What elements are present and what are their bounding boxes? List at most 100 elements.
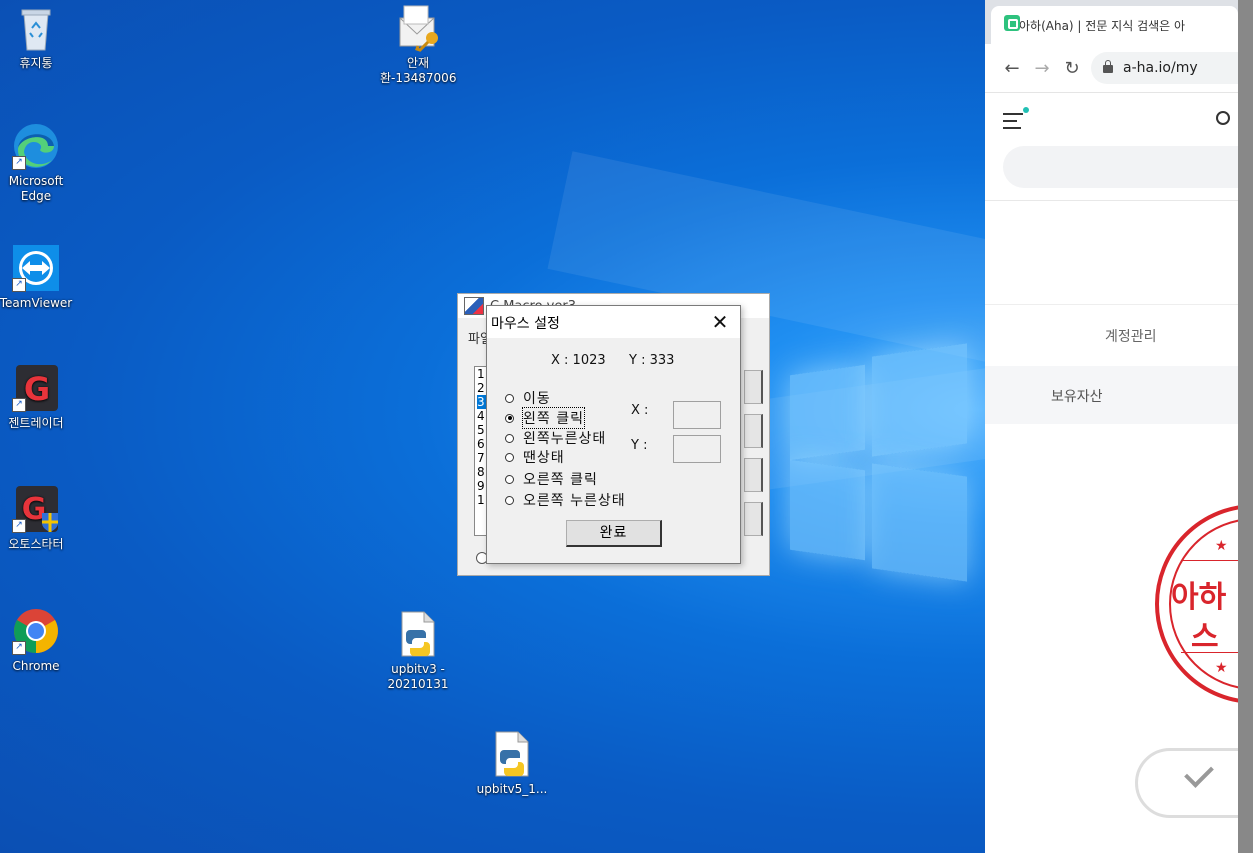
- desktop-icon-upbitv3[interactable]: upbitv3 - 20210131: [380, 610, 456, 692]
- radio-move[interactable]: 이동: [505, 388, 551, 408]
- radio-button[interactable]: [505, 393, 514, 403]
- windows-logo-wallpaper: [790, 340, 990, 590]
- list-item[interactable]: 1: [477, 493, 485, 507]
- desktop-icon-label: Chrome: [12, 659, 60, 673]
- shortcut-arrow-icon: ↗: [12, 641, 26, 655]
- address-url: a-ha.io/my: [1123, 60, 1198, 76]
- desktop-icon-teamviewer[interactable]: ↗ TeamViewer: [0, 244, 74, 311]
- forward-arrow-icon[interactable]: →: [1027, 58, 1057, 79]
- shortcut-arrow-icon: ↗: [12, 278, 26, 292]
- radio-right-click[interactable]: 오른쪽 클릭: [505, 469, 598, 489]
- browser-tab[interactable]: 아하(Aha) | 전문 지식 검색은 아: [991, 6, 1238, 44]
- list-item[interactable]: 5: [477, 423, 485, 437]
- stamp-text: 스: [1191, 620, 1219, 655]
- check-button[interactable]: [1135, 748, 1238, 818]
- radio-label: 왼쪽누른상태: [523, 431, 607, 447]
- radio-button[interactable]: [505, 452, 514, 462]
- assets-row[interactable]: [985, 366, 1238, 424]
- desktop-icon-upbitv5[interactable]: upbitv5_1...: [474, 730, 550, 797]
- list-item[interactable]: 1: [477, 367, 485, 381]
- desktop-icon-label: 휴지통: [19, 56, 53, 70]
- radio-release[interactable]: 땐상태: [505, 447, 565, 467]
- edge-icon: ↗: [12, 122, 60, 170]
- teamviewer-icon: ↗: [12, 244, 60, 292]
- certificate-key-icon: [394, 4, 442, 52]
- desktop-icon-edge[interactable]: ↗ Microsoft Edge: [0, 122, 74, 204]
- radio-right-press[interactable]: 오른쪽 누른상태: [505, 490, 626, 510]
- list-item[interactable]: 9: [477, 479, 485, 493]
- radio-button-checked[interactable]: [505, 413, 514, 423]
- chrome-icon: ↗: [12, 607, 60, 655]
- python-file-icon: [488, 730, 536, 778]
- aha-favicon-icon: [1004, 15, 1020, 31]
- autostarter-icon: G ↗: [12, 485, 60, 533]
- x-coordinate-readout: X : 1023: [551, 353, 606, 368]
- python-file-icon: [394, 610, 442, 658]
- hamburger-menu-icon[interactable]: [1003, 107, 1029, 134]
- dialog-title: 마우스 설정: [491, 316, 560, 332]
- desktop-icon-gentrader[interactable]: G ↗ 젠트레이더: [0, 364, 74, 431]
- complete-button[interactable]: 완료: [566, 520, 662, 547]
- address-bar[interactable]: a-ha.io/my: [1091, 52, 1238, 84]
- aha-stamp-badge: ★ 아하 스 ★: [1155, 504, 1238, 704]
- radio-left-click[interactable]: 왼쪽 클릭: [505, 407, 585, 429]
- radio-label: 왼쪽 클릭: [522, 407, 585, 429]
- radio-label: 이동: [523, 391, 551, 407]
- browser-toolbar: ← → ↻ a-ha.io/my: [985, 44, 1238, 93]
- radio-button[interactable]: [505, 433, 514, 443]
- y-field-label: Y :: [631, 438, 648, 453]
- desktop-icon-label: 젠트레이더: [8, 416, 64, 430]
- y-coordinate-readout: Y : 333: [629, 353, 675, 368]
- radio-left-press[interactable]: 왼쪽누른상태: [505, 428, 606, 448]
- radio-button[interactable]: [505, 495, 514, 505]
- tab-account-management[interactable]: 계정관리: [1105, 326, 1157, 346]
- star-icon: ★: [1215, 538, 1228, 554]
- reload-icon[interactable]: ↻: [1057, 58, 1087, 79]
- tab-title: 아하(Aha) | 전문 지식 검색은 아: [1019, 18, 1186, 33]
- macro-side-button[interactable]: [744, 370, 763, 404]
- app-icon: [464, 297, 484, 315]
- x-field[interactable]: [673, 401, 721, 429]
- list-item[interactable]: 7: [477, 451, 485, 465]
- list-item[interactable]: 4: [477, 409, 485, 423]
- search-icon[interactable]: [1216, 111, 1230, 125]
- list-item[interactable]: 8: [477, 465, 485, 479]
- macro-side-button[interactable]: [744, 458, 763, 492]
- x-field-label: X :: [631, 403, 649, 418]
- browser-tab-bar: 아하(Aha) | 전문 지식 검색은 아: [985, 0, 1238, 44]
- mouse-settings-dialog: 마우스 설정 ✕ X : 1023 Y : 333 이동 왼쪽 클릭 왼쪽누른상…: [486, 305, 741, 564]
- desktop-icon-chrome[interactable]: ↗ Chrome: [0, 607, 74, 674]
- list-item[interactable]: 6: [477, 437, 485, 451]
- divider: [985, 304, 1238, 305]
- lock-icon: [1103, 60, 1113, 73]
- site-header: [985, 93, 1238, 153]
- desktop-icon-label: upbitv5_1...: [476, 782, 548, 796]
- star-icon: ★: [1215, 660, 1228, 676]
- browser-window: 아하(Aha) | 전문 지식 검색은 아 ← → ↻ a-ha.io/my 계…: [985, 0, 1238, 853]
- check-icon: [1184, 758, 1214, 788]
- desktop-icon-recycle-bin[interactable]: 휴지통: [0, 4, 74, 71]
- back-arrow-icon[interactable]: ←: [997, 58, 1027, 79]
- radio-button[interactable]: [505, 474, 514, 484]
- shortcut-arrow-icon: ↗: [12, 156, 26, 170]
- macro-side-button[interactable]: [744, 414, 763, 448]
- macro-side-button[interactable]: [744, 502, 763, 536]
- radio-label: 오른쪽 누른상태: [523, 493, 626, 509]
- site-search-input[interactable]: [1003, 146, 1238, 188]
- desktop-icon-autostarter[interactable]: G ↗ 오토스타터: [0, 485, 74, 552]
- divider: [985, 200, 1238, 201]
- y-field[interactable]: [673, 435, 721, 463]
- shortcut-arrow-icon: ↗: [12, 398, 26, 412]
- desktop-icon-label: 오토스타터: [8, 537, 64, 551]
- desktop-icon-certificate[interactable]: 안재환-13487006: [380, 4, 456, 86]
- desktop-icon-label: 안재환-13487006: [380, 56, 457, 85]
- dialog-titlebar: 마우스 설정 ✕: [487, 306, 740, 338]
- assets-label: 보유자산: [1051, 389, 1103, 405]
- close-icon[interactable]: ✕: [700, 306, 740, 338]
- shortcut-arrow-icon: ↗: [12, 519, 26, 533]
- list-item[interactable]: 2: [477, 381, 485, 395]
- desktop-icon-label: TeamViewer: [0, 296, 73, 310]
- gentrader-icon: G ↗: [12, 364, 60, 412]
- recycle-bin-icon: [12, 4, 60, 52]
- scrollbar[interactable]: [1238, 0, 1253, 853]
